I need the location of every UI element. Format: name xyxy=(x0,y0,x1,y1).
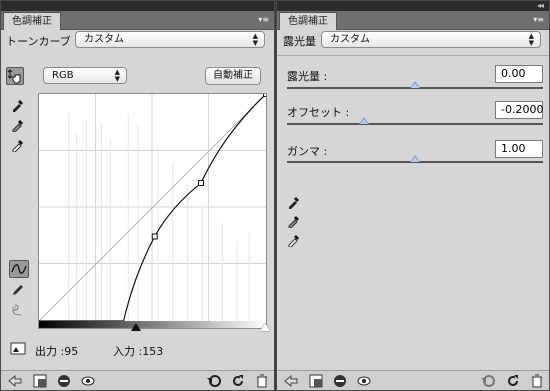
panel-menu-icon[interactable]: ▾≡ xyxy=(258,14,269,26)
curves-graph[interactable] xyxy=(38,93,267,329)
smooth-curve-icon[interactable] xyxy=(9,301,27,319)
offset-slider-track[interactable] xyxy=(287,123,543,125)
offset-input[interactable]: -0.2000 xyxy=(495,101,543,119)
gamma-label: ガンマ : xyxy=(287,145,328,158)
panel-dock-bar: ◂◂ xyxy=(277,1,549,11)
visibility-eye-icon[interactable] xyxy=(80,373,96,389)
panel-menu-icon[interactable]: ▾≡ xyxy=(533,14,544,26)
panel-dock-bar xyxy=(1,1,274,11)
gamma-input[interactable]: 1.00 xyxy=(495,140,543,158)
eyedropper-gray-icon[interactable] xyxy=(9,116,27,134)
tab-adjustments[interactable]: 色調補正 xyxy=(279,12,337,30)
dropdown-arrows-icon: ▲ ▼ xyxy=(528,32,534,47)
clip-to-layer-icon[interactable] xyxy=(332,373,348,389)
visibility-eye-icon[interactable] xyxy=(356,373,372,389)
eyedropper-black-icon[interactable] xyxy=(9,96,27,114)
divider xyxy=(277,55,549,56)
white-point-slider[interactable] xyxy=(260,323,270,331)
panel-tab-row: 色調補正 ▾≡ xyxy=(277,11,549,30)
output-gradient-bar xyxy=(39,321,266,328)
input-readout: 入力 :153 xyxy=(113,345,164,358)
dropdown-arrows-icon: ▲ ▼ xyxy=(252,32,258,47)
dropdown-arrows-icon: ▲ ▼ xyxy=(114,68,120,83)
collapse-icon[interactable]: ◂◂ xyxy=(537,1,544,10)
trash-icon[interactable] xyxy=(254,373,270,389)
eyedropper-black-icon[interactable] xyxy=(285,193,303,211)
layer-view-icon[interactable] xyxy=(32,373,48,389)
eyedropper-white-icon[interactable] xyxy=(9,136,27,154)
clip-to-layer-icon[interactable] xyxy=(56,373,72,389)
channel-dropdown[interactable]: RGB ▲ ▼ xyxy=(43,67,127,84)
trash-icon[interactable] xyxy=(529,373,545,389)
offset-slider-thumb[interactable] xyxy=(358,117,369,124)
gamma-slider-thumb[interactable] xyxy=(410,155,420,162)
back-arrow-icon[interactable] xyxy=(7,373,23,389)
offset-label: オフセット : xyxy=(287,106,350,119)
pencil-tool-icon[interactable] xyxy=(9,281,27,299)
black-point-slider[interactable] xyxy=(131,323,141,331)
panel-tab-row: 色調補正 ▾≡ xyxy=(1,11,274,30)
curve-point-tool-icon[interactable] xyxy=(9,260,29,278)
preset-label: 露光量 xyxy=(283,35,316,48)
back-arrow-icon[interactable] xyxy=(283,373,299,389)
preset-label: トーンカーブ xyxy=(6,35,71,48)
panel-footer xyxy=(277,370,549,390)
output-readout: 出力 :95 xyxy=(35,345,79,358)
exposure-panel: ◂◂ 色調補正 ▾≡ 露光量 カスタム ▲ ▼ 露光量 : 0.00 オフセット … xyxy=(276,0,550,391)
eyedropper-white-icon[interactable] xyxy=(285,231,303,249)
exposure-label: 露光量 : xyxy=(287,70,328,83)
preset-value: カスタム xyxy=(84,34,124,45)
auto-button[interactable]: 自動補正 xyxy=(205,67,261,85)
eyedropper-gray-icon[interactable] xyxy=(285,212,303,230)
previous-state-icon[interactable] xyxy=(480,373,496,389)
preset-dropdown[interactable]: カスタム ▲ ▼ xyxy=(321,31,541,48)
curve-control-point[interactable] xyxy=(198,180,204,187)
preset-value: カスタム xyxy=(330,34,370,45)
reset-icon[interactable] xyxy=(505,373,521,389)
curve-control-point[interactable] xyxy=(263,93,267,98)
previous-state-icon[interactable] xyxy=(206,373,222,389)
tab-adjustments[interactable]: 色調補正 xyxy=(3,12,61,30)
clipping-warning-icon[interactable] xyxy=(9,339,27,357)
curve-control-point[interactable] xyxy=(151,233,158,240)
reset-icon[interactable] xyxy=(230,373,246,389)
curves-panel: 色調補正 ▾≡ トーンカーブ カスタム ▲ ▼ RGB ▲ ▼ 自動補正 出力 … xyxy=(0,0,275,391)
on-image-adjust-tool-icon[interactable] xyxy=(6,67,24,85)
layer-view-icon[interactable] xyxy=(308,373,324,389)
panel-footer xyxy=(1,370,274,390)
exposure-slider-thumb[interactable] xyxy=(410,81,420,88)
channel-value: RGB xyxy=(52,70,74,81)
exposure-input[interactable]: 0.00 xyxy=(495,65,543,83)
preset-dropdown[interactable]: カスタム ▲ ▼ xyxy=(75,31,265,48)
